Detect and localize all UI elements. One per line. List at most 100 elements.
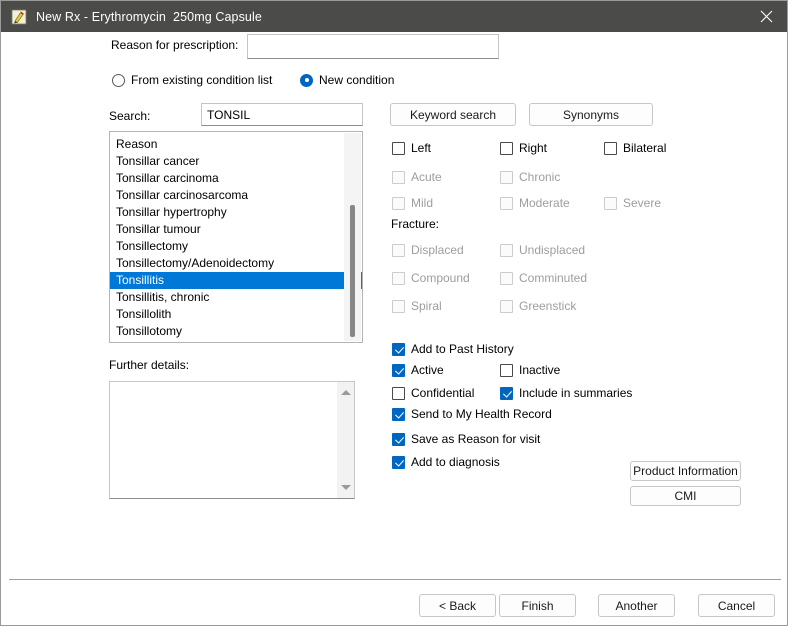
cancel-button[interactable]: Cancel [698, 594, 775, 617]
listbox-scroll-thumb[interactable] [350, 205, 355, 337]
window-title: New Rx - Erythromycin 250mg Capsule [36, 9, 262, 24]
checkbox-label: Compound [411, 271, 470, 285]
radio-new-condition[interactable]: New condition [300, 73, 394, 87]
checkbox-indicator [392, 407, 405, 421]
checkbox-label: Add to Past History [411, 342, 514, 356]
checkbox-save-as-reason-for-visit[interactable]: Save as Reason for visit [392, 432, 540, 446]
checkbox-indicator [392, 455, 405, 469]
search-label: Search: [109, 109, 151, 123]
checkbox-confidential[interactable]: Confidential [392, 386, 474, 400]
new-rx-dialog: New Rx - Erythromycin 250mg Capsule Reas… [0, 0, 788, 626]
further-details-label: Further details: [109, 358, 190, 372]
checkbox-indicator [392, 386, 405, 400]
checkbox-indicator [500, 141, 513, 155]
checkbox-indicator [604, 196, 617, 210]
checkbox-undisplaced: Undisplaced [500, 243, 585, 257]
list-item[interactable]: Tonsillitis, chronic [110, 289, 362, 306]
close-icon[interactable] [743, 1, 787, 32]
checkbox-add-to-past-history[interactable]: Add to Past History [392, 342, 514, 356]
list-item[interactable]: Tonsillectomy [110, 238, 362, 255]
checkbox-label: Undisplaced [519, 243, 586, 257]
radio-indicator [300, 73, 313, 87]
checkbox-comminuted: Comminuted [500, 271, 587, 285]
checkbox-left[interactable]: Left [392, 141, 431, 155]
list-item[interactable]: Tonsillar cancer [110, 153, 362, 170]
checkbox-indicator [500, 243, 513, 257]
another-button[interactable]: Another [598, 594, 675, 617]
checkbox-label: Save as Reason for visit [411, 432, 541, 446]
checkbox-label: Send to My Health Record [411, 407, 552, 421]
reason-label: Reason for prescription: [111, 38, 239, 52]
back-button[interactable]: < Back [419, 594, 496, 617]
checkbox-inactive[interactable]: Inactive [500, 363, 560, 377]
keyword-search-button[interactable]: Keyword search [390, 103, 516, 126]
checkbox-severe: Severe [604, 196, 661, 210]
checkbox-displaced: Displaced [392, 243, 464, 257]
product-information-button[interactable]: Product Information [630, 461, 741, 481]
checkbox-label: Inactive [519, 363, 561, 377]
checkbox-indicator [500, 386, 513, 400]
list-item[interactable]: Reason [110, 136, 362, 153]
search-input[interactable] [201, 103, 363, 126]
checkbox-add-to-diagnosis[interactable]: Add to diagnosis [392, 455, 500, 469]
checkbox-spiral: Spiral [392, 299, 442, 313]
condition-listbox[interactable]: Reason Tonsillar cancer Tonsillar carcinom… [109, 131, 363, 343]
checkbox-label: Include in summaries [519, 386, 633, 400]
reason-input[interactable] [247, 34, 499, 59]
checkbox-label: Comminuted [519, 271, 588, 285]
checkbox-label: Bilateral [623, 141, 667, 155]
cmi-button[interactable]: CMI [630, 486, 741, 506]
checkbox-label: Acute [411, 170, 442, 184]
checkbox-greenstick: Greenstick [500, 299, 576, 313]
list-item[interactable]: Tonsillar carcinoma [110, 170, 362, 187]
footer-divider [9, 579, 781, 580]
checkbox-indicator [500, 170, 513, 184]
checkbox-indicator [392, 196, 405, 210]
checkbox-label: Greenstick [519, 299, 577, 313]
listbox-scrollbar[interactable] [344, 133, 361, 341]
checkbox-label: Moderate [519, 196, 570, 210]
list-item[interactable]: Tonsillar hypertrophy [110, 204, 362, 221]
radio-label: From existing condition list [131, 73, 273, 87]
radio-from-existing-condition-list[interactable]: From existing condition list [112, 73, 272, 87]
checkbox-include-in-summaries[interactable]: Include in summaries [500, 386, 632, 400]
checkbox-indicator [392, 432, 405, 446]
prescription-pad-icon [11, 9, 27, 25]
checkbox-indicator [392, 141, 405, 155]
scroll-down-icon[interactable] [337, 479, 354, 496]
checkbox-bilateral[interactable]: Bilateral [604, 141, 666, 155]
checkbox-acute: Acute [392, 170, 442, 184]
checkbox-chronic: Chronic [500, 170, 560, 184]
checkbox-label: Severe [623, 196, 662, 210]
list-item[interactable]: Tonsillectomy/Adenoidectomy [110, 255, 362, 272]
radio-label: New condition [319, 73, 395, 87]
checkbox-indicator [392, 363, 405, 377]
list-item[interactable]: Tonsillitis [110, 272, 362, 289]
finish-button[interactable]: Finish [499, 594, 576, 617]
checkbox-indicator [392, 299, 405, 313]
checkbox-label: Left [411, 141, 432, 155]
radio-indicator [112, 73, 125, 87]
fracture-label: Fracture: [391, 217, 440, 231]
further-details-scrollbar[interactable] [337, 382, 354, 498]
checkbox-active[interactable]: Active [392, 363, 444, 377]
condition-list-items: Reason Tonsillar cancer Tonsillar carcinom… [110, 136, 362, 340]
checkbox-indicator [500, 196, 513, 210]
scroll-up-icon[interactable] [337, 384, 354, 401]
checkbox-indicator [500, 271, 513, 285]
synonyms-button[interactable]: Synonyms [529, 103, 653, 126]
checkbox-send-to-my-health-record[interactable]: Send to My Health Record [392, 407, 552, 421]
checkbox-indicator [500, 299, 513, 313]
checkbox-indicator [392, 271, 405, 285]
list-item[interactable]: Tonsillolith [110, 306, 362, 323]
list-item[interactable]: Tonsillar carcinosarcoma [110, 187, 362, 204]
further-details-box[interactable] [109, 381, 355, 499]
checkbox-label: Right [519, 141, 548, 155]
checkbox-label: Confidential [411, 386, 475, 400]
list-item[interactable]: Tonsillar tumour [110, 221, 362, 238]
list-item[interactable]: Tonsillotomy [110, 323, 362, 340]
checkbox-label: Mild [411, 196, 434, 210]
checkbox-right[interactable]: Right [500, 141, 547, 155]
checkbox-label: Displaced [411, 243, 464, 257]
checkbox-indicator [392, 342, 405, 356]
